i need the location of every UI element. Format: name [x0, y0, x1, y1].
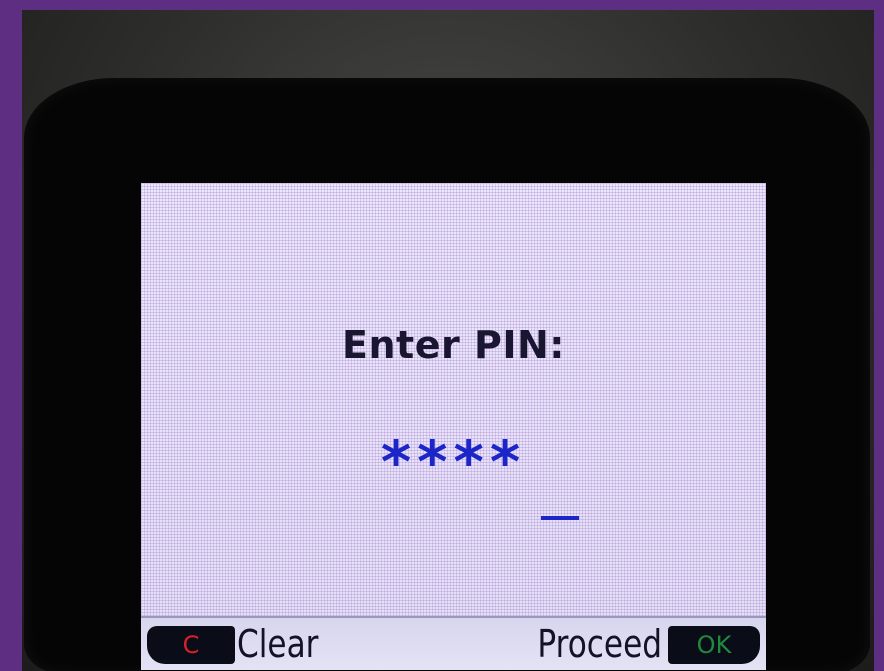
ok-key-button[interactable]: OK — [668, 626, 760, 664]
clear-softkey-label: Clear — [237, 622, 319, 666]
softkey-bar: C Clear Proceed OK — [141, 616, 766, 670]
pin-cursor — [541, 516, 579, 520]
pin-prompt-label: Enter PIN: — [342, 323, 565, 367]
device-photo-frame: Enter PIN: **** C Clear Proceed OK — [22, 10, 874, 671]
clear-key-button[interactable]: C — [147, 626, 235, 664]
proceed-softkey-label: Proceed — [537, 622, 662, 666]
pin-entry-screen: Enter PIN: **** C Clear Proceed OK — [141, 183, 766, 670]
pin-input-field[interactable]: **** — [141, 433, 766, 491]
terminal-bezel: Enter PIN: **** C Clear Proceed OK — [24, 78, 870, 671]
